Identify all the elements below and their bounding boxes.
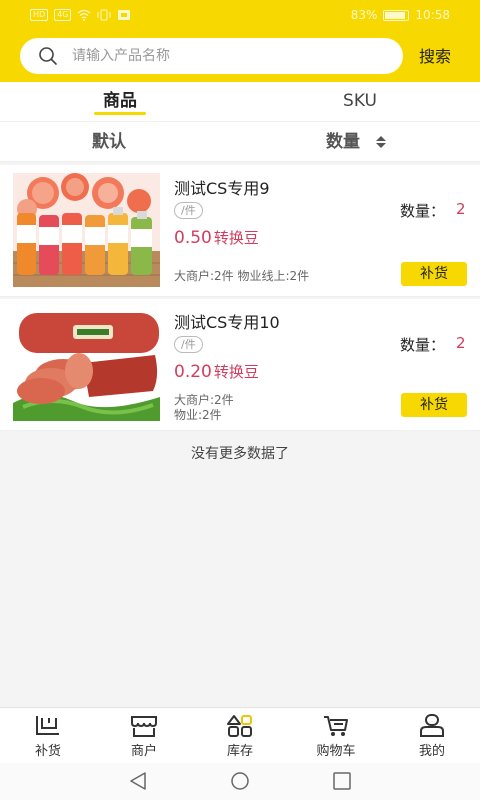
product-card[interactable]: 测试CS专用9 /件 数量： 2 0.50 转换豆 大商户:2件 物业线上:2件 … xyxy=(0,165,480,297)
product-name: 测试CS专用9 xyxy=(174,179,270,198)
product-unit-badge: /件 xyxy=(174,202,203,219)
tab-active-indicator xyxy=(94,112,146,115)
tab-bar: 商品 SKU xyxy=(0,82,480,122)
search-icon xyxy=(39,47,57,65)
quantity-value: 2 xyxy=(456,334,466,352)
restock-button[interactable]: 补货 xyxy=(401,393,467,417)
nav-label: 购物车 xyxy=(316,744,356,759)
nav-item-merchant[interactable]: 商户 xyxy=(96,708,192,764)
merchant-icon xyxy=(131,716,157,737)
nav-item-restock[interactable]: 补货 xyxy=(0,708,96,764)
clock: 10:58 xyxy=(415,8,450,22)
nav-item-profile[interactable]: 我的 xyxy=(384,708,480,764)
quantity-label: 数量： xyxy=(400,202,446,220)
product-price: 0.20 转换豆 xyxy=(174,361,259,382)
recents-icon[interactable] xyxy=(331,771,353,791)
hd-indicator-icon: HD xyxy=(30,9,49,21)
no-more-data-text: 没有更多数据了 xyxy=(191,446,289,462)
tab-products[interactable]: 商品 xyxy=(60,82,180,122)
product-name: 测试CS专用10 xyxy=(174,313,280,332)
status-bar: HD 4G 83% 10:58 xyxy=(0,0,480,32)
signal-icon: 4G xyxy=(54,9,72,21)
notification-icon xyxy=(118,10,131,20)
quantity-label: 数量： xyxy=(400,336,446,354)
system-nav-bar xyxy=(0,763,480,800)
price-value: 0.20 xyxy=(174,362,212,382)
nav-label: 我的 xyxy=(418,744,445,759)
top-header: HD 4G 83% 10:58 搜索 xyxy=(0,0,480,82)
product-image-juice-bottles xyxy=(13,173,160,287)
vibrate-icon xyxy=(97,9,111,21)
sort-arrows-icon[interactable] xyxy=(375,135,387,149)
profile-icon xyxy=(420,714,444,737)
restock-button[interactable]: 补货 xyxy=(401,262,467,286)
bottom-nav: 补货 商户 库存 购物车 我的 xyxy=(0,707,480,763)
price-unit: 转换豆 xyxy=(213,363,259,381)
product-image-sausage xyxy=(13,307,160,421)
battery-percent: 83% xyxy=(350,8,378,22)
price-unit: 转换豆 xyxy=(213,229,259,247)
home-icon[interactable] xyxy=(229,771,251,791)
sort-quantity-button[interactable]: 数量 xyxy=(326,122,360,162)
search-input[interactable] xyxy=(72,38,392,74)
search-box[interactable] xyxy=(20,38,403,74)
inventory-icon xyxy=(227,715,252,737)
product-price: 0.50 转换豆 xyxy=(174,227,259,248)
quantity-value: 2 xyxy=(456,200,466,218)
product-stock-info: 大商户:2件 物业线上:2件 xyxy=(174,269,310,283)
wifi-icon xyxy=(78,9,91,21)
product-stock-info: 物业:2件 xyxy=(174,408,222,422)
nav-item-cart[interactable]: 购物车 xyxy=(288,708,384,764)
price-value: 0.50 xyxy=(174,228,212,248)
search-button[interactable]: 搜索 xyxy=(410,44,460,70)
back-icon[interactable] xyxy=(127,771,149,791)
battery-icon xyxy=(383,9,410,21)
nav-label: 库存 xyxy=(226,744,253,759)
nav-label: 商户 xyxy=(130,744,157,759)
tab-sku[interactable]: SKU xyxy=(300,82,420,122)
cart-icon xyxy=(324,716,348,736)
restock-icon xyxy=(36,716,59,735)
nav-label: 补货 xyxy=(34,744,61,759)
product-card[interactable]: 测试CS专用10 /件 数量： 2 0.20 转换豆 大商户:2件 物业:2件 补… xyxy=(0,299,480,431)
sort-default-button[interactable]: 默认 xyxy=(92,122,126,162)
sort-bar: 默认 数量 xyxy=(0,122,480,162)
product-unit-badge: /件 xyxy=(174,336,203,353)
nav-item-inventory[interactable]: 库存 xyxy=(192,708,288,764)
